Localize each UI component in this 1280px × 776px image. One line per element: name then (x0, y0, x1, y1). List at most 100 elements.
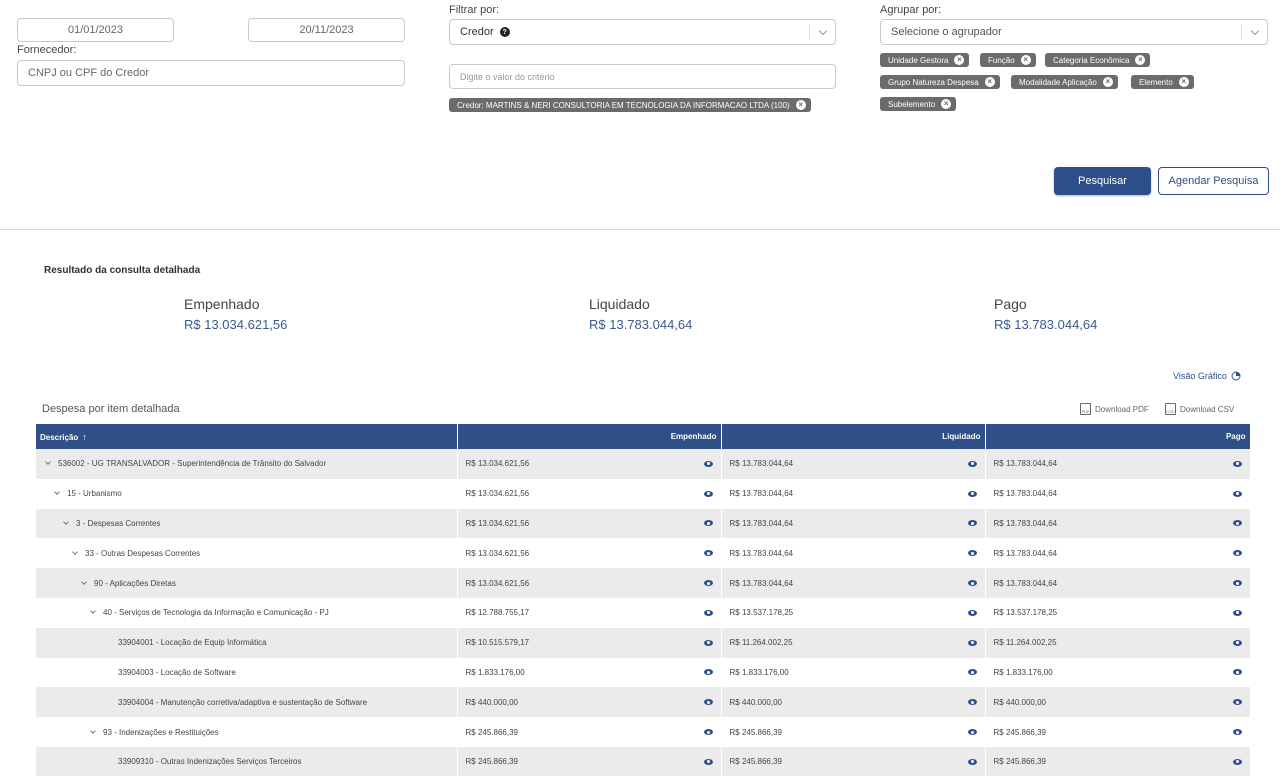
eye-icon[interactable] (1232, 550, 1242, 557)
close-circle-icon[interactable]: × (954, 55, 965, 65)
eye-icon[interactable] (967, 729, 977, 736)
chevron-down-icon[interactable] (72, 548, 78, 555)
cell-pago: R$ 245.866,39 (985, 717, 1251, 747)
agendar-pesquisa-button[interactable]: Agendar Pesquisa (1158, 167, 1269, 195)
value-liquidado: R$ 13.783.044,64 (729, 578, 794, 588)
eye-icon[interactable] (703, 669, 713, 676)
eye-icon[interactable] (967, 639, 977, 646)
table-row[interactable]: 93 - Indenizações e Restituições R$ 245.8… (36, 717, 1251, 747)
eye-icon[interactable] (1232, 729, 1242, 736)
eye-icon[interactable] (703, 699, 713, 706)
criterio-input[interactable]: Digite o valor do critério (449, 64, 836, 89)
eye-icon[interactable] (703, 639, 713, 646)
cell-descricao: 90 - Aplicações Diretas (36, 568, 458, 598)
table-row[interactable]: 15 - Urbanismo R$ 13.034.621,56 R$ 13.783.… (36, 478, 1251, 509)
download-pdf-button[interactable]: PDF Download PDF (1080, 403, 1149, 415)
close-circle-icon[interactable]: × (1102, 77, 1113, 87)
date-start-input[interactable]: 01/01/2023 (17, 18, 174, 42)
cell-empenhado: R$ 440.000,00 (457, 687, 722, 718)
arrow-up-icon: ↑ (82, 431, 87, 442)
eye-icon[interactable] (1232, 460, 1242, 467)
cell-descricao: 3 - Despesas Correntes (36, 508, 458, 539)
filtrar-select[interactable]: Credor ? (449, 19, 836, 45)
cell-pago: R$ 13.537.178,25 (985, 597, 1251, 628)
table-row[interactable]: 40 - Serviços de Tecnologia da Informaçã… (36, 597, 1251, 628)
close-circle-icon[interactable]: × (795, 100, 806, 110)
eye-icon[interactable] (703, 609, 713, 616)
eye-icon[interactable] (967, 520, 977, 527)
cell-descricao: 33904004 - Manutenção corretiva/adaptiva… (36, 687, 458, 718)
eye-icon[interactable] (703, 490, 713, 497)
chevron-down-icon[interactable] (45, 459, 51, 466)
pago-value: R$ 13.783.044,64 (994, 317, 1098, 332)
eye-icon[interactable] (1232, 490, 1242, 497)
download-csv-button[interactable]: CSV Download CSV (1165, 403, 1234, 415)
chevron-down-icon[interactable] (90, 608, 96, 615)
close-circle-icon[interactable]: × (1178, 77, 1189, 87)
group-chip-label: Grupo Natureza Despesa (888, 77, 979, 87)
eye-icon[interactable] (967, 609, 977, 616)
date-start-value: 01/01/2023 (67, 24, 124, 36)
eye-icon[interactable] (1232, 609, 1242, 616)
chevron-down-icon[interactable] (90, 727, 96, 734)
eye-icon[interactable] (703, 758, 713, 765)
value-empenhado: R$ 13.034.621,56 (465, 548, 530, 558)
eye-icon[interactable] (967, 550, 977, 557)
close-circle-icon[interactable]: × (1135, 55, 1146, 65)
group-chip-funcao: Função × (980, 53, 1036, 67)
col-header-descricao[interactable]: Descrição ↑ (36, 424, 458, 449)
chevron-down-icon[interactable] (54, 489, 60, 496)
chevron-down-icon[interactable] (809, 24, 835, 40)
chevron-down-icon[interactable] (81, 578, 87, 585)
pesquisar-button[interactable]: Pesquisar (1054, 167, 1151, 195)
close-circle-icon[interactable]: × (984, 77, 995, 87)
fornecedor-input[interactable]: CNPJ ou CPF do Credor (17, 60, 405, 86)
eye-icon[interactable] (967, 758, 977, 765)
eye-icon[interactable] (967, 490, 977, 497)
eye-icon[interactable] (967, 580, 977, 587)
question-circle-icon[interactable]: ? (499, 27, 510, 37)
agrupar-select[interactable]: Selecione o agrupador (880, 19, 1268, 45)
eye-icon[interactable] (1232, 669, 1242, 676)
fornecedor-label: Fornecedor: (17, 44, 77, 56)
cell-descricao: 33 - Outras Despesas Correntes (36, 538, 458, 569)
eye-icon[interactable] (703, 729, 713, 736)
close-circle-icon[interactable]: × (1020, 55, 1031, 65)
value-pago: R$ 245.866,39 (993, 727, 1047, 737)
eye-icon[interactable] (703, 460, 713, 467)
group-chip-subelemento: Subelemento × (880, 97, 957, 111)
value-pago: R$ 13.783.044,64 (993, 459, 1058, 469)
eye-icon[interactable] (1232, 758, 1242, 765)
cell-empenhado: R$ 245.866,39 (457, 746, 722, 776)
col-header-empenhado[interactable]: Empenhado (457, 424, 722, 449)
liquidado-label: Liquidado (589, 296, 650, 312)
eye-icon[interactable] (967, 669, 977, 676)
eye-icon[interactable] (703, 580, 713, 587)
col-header-liquidado[interactable]: Liquidado (721, 424, 986, 449)
eye-icon[interactable] (967, 699, 977, 706)
eye-icon[interactable] (1232, 580, 1242, 587)
visao-grafico-link[interactable]: Visão Gráfico (1173, 371, 1241, 381)
eye-icon[interactable] (1232, 639, 1242, 646)
value-pago: R$ 440.000,00 (993, 697, 1047, 707)
date-end-input[interactable]: 20/11/2023 (248, 18, 405, 42)
chevron-down-icon[interactable] (63, 519, 69, 525)
cell-descricao: 40 - Serviços de Tecnologia da Informaçã… (36, 597, 458, 628)
table-row[interactable]: 90 - Aplicações Diretas R$ 13.034.621,56 R… (36, 568, 1251, 598)
eye-icon[interactable] (703, 550, 713, 557)
cell-empenhado: R$ 10.515.579,17 (457, 627, 722, 658)
table-row[interactable]: 3 - Despesas Correntes R$ 13.034.621,56 R$… (36, 508, 1251, 539)
eye-icon[interactable] (703, 520, 713, 527)
cell-liquidado: R$ 11.264.002,25 (721, 627, 986, 658)
table-row[interactable]: 536002 - UG TRANSALVADOR - Superintendên… (36, 449, 1251, 479)
row-description: 93 - Indenizações e Restituições (103, 727, 219, 737)
eye-icon[interactable] (967, 460, 977, 467)
close-circle-icon[interactable]: × (941, 99, 952, 109)
col-header-pago[interactable]: Pago (985, 424, 1251, 449)
eye-icon[interactable] (1232, 520, 1242, 527)
table-row[interactable]: 33 - Outras Despesas Correntes R$ 13.034.… (36, 538, 1251, 569)
chevron-down-icon[interactable] (1241, 24, 1267, 40)
eye-icon[interactable] (1232, 699, 1242, 706)
value-liquidado: R$ 440.000,00 (729, 697, 783, 707)
cell-liquidado: R$ 13.537.178,25 (721, 597, 986, 628)
